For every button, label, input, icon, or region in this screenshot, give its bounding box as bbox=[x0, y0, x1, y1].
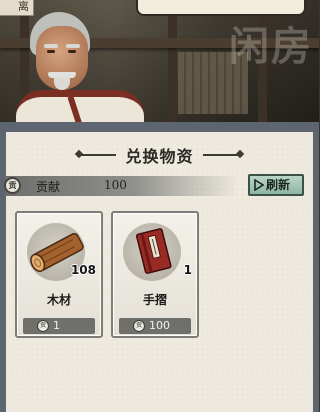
wooden-post bbox=[168, 0, 177, 122]
item-card-wood[interactable]: 108 木材 贡 1 bbox=[15, 211, 103, 338]
item-price: 100 bbox=[149, 319, 170, 332]
contribution-coin-icon: 贡 bbox=[4, 177, 21, 194]
contribution-coin-icon: 贡 bbox=[133, 320, 145, 332]
contribution-label: 贡献 bbox=[36, 180, 61, 194]
item-card-book[interactable]: 1 手摺 贡 100 bbox=[111, 211, 199, 338]
npc-brow bbox=[66, 44, 80, 48]
refresh-label: 刷新 bbox=[266, 178, 291, 192]
item-quantity: 1 bbox=[183, 263, 192, 277]
sign-board bbox=[136, 0, 306, 16]
price-bar: 贡 100 bbox=[119, 318, 191, 334]
title-ornament-right bbox=[203, 154, 239, 156]
contribution-coin-icon: 贡 bbox=[37, 320, 49, 332]
play-icon bbox=[254, 179, 264, 191]
npc-eye bbox=[68, 50, 76, 53]
item-price: 1 bbox=[53, 319, 60, 332]
item-name: 木材 bbox=[46, 293, 71, 307]
background-calligraphy: 闲房 bbox=[229, 23, 313, 70]
contribution-value: 100 bbox=[104, 178, 127, 192]
refresh-button[interactable]: 刷新 bbox=[248, 174, 304, 196]
npc-portrait bbox=[16, 8, 146, 130]
item-name: 手摺 bbox=[142, 293, 167, 307]
npc-brow bbox=[44, 44, 58, 48]
item-quantity: 108 bbox=[70, 263, 96, 277]
npc-eye bbox=[47, 50, 55, 53]
panel-title: 兑换物资 bbox=[125, 147, 194, 166]
price-bar: 贡 1 bbox=[23, 318, 95, 334]
book-icon bbox=[135, 228, 172, 274]
